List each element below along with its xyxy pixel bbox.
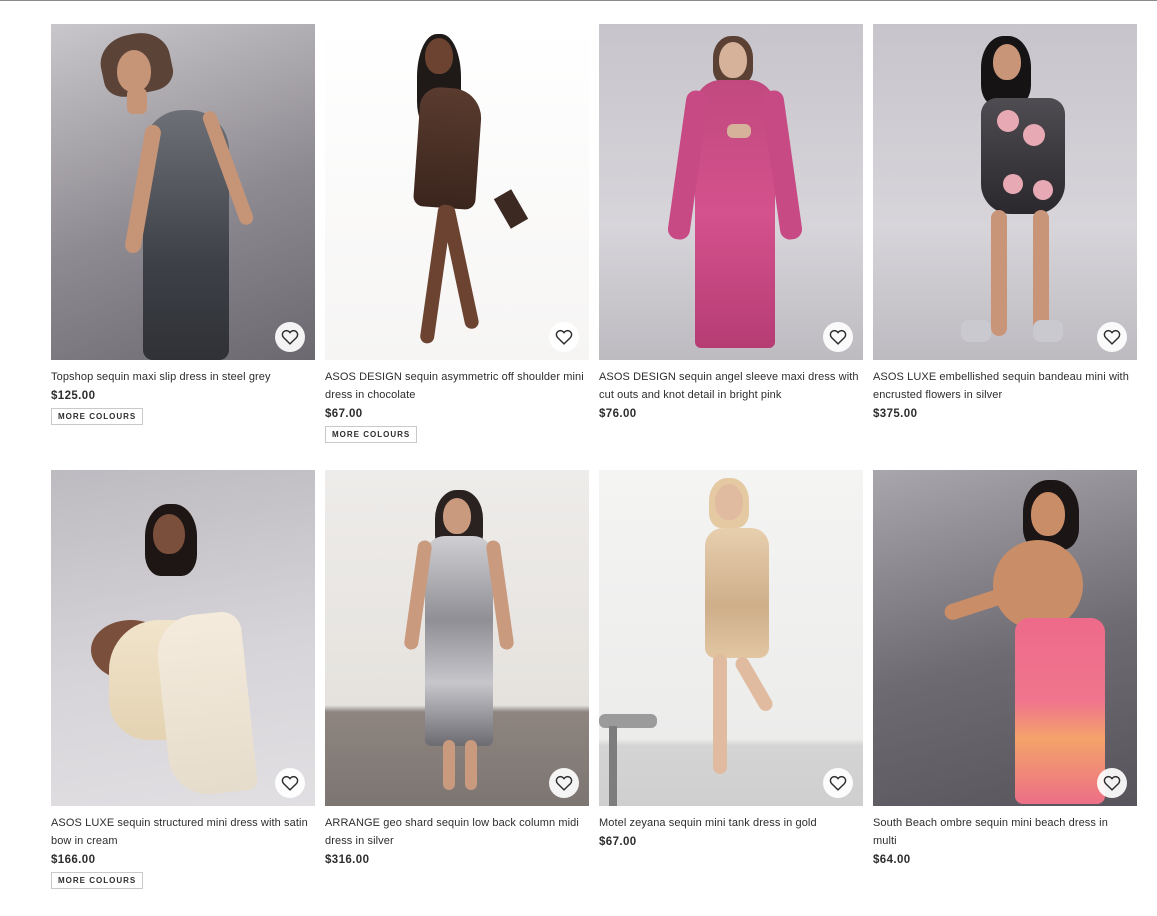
product-image[interactable]: [325, 470, 589, 806]
product-card[interactable]: ASOS LUXE sequin structured mini dress w…: [51, 470, 315, 916]
product-card[interactable]: ASOS DESIGN sequin asymmetric off should…: [325, 24, 589, 470]
product-card[interactable]: Topshop sequin maxi slip dress in steel …: [51, 24, 315, 470]
more-colours-button[interactable]: MORE COLOURS: [51, 408, 144, 425]
wishlist-button[interactable]: [549, 322, 579, 352]
product-title[interactable]: ARRANGE geo shard sequin low back column…: [325, 814, 589, 850]
product-price: $166.00: [51, 854, 96, 866]
wishlist-button[interactable]: [275, 768, 305, 798]
wishlist-button[interactable]: [1097, 768, 1127, 798]
more-colours-button[interactable]: MORE COLOURS: [325, 426, 418, 443]
product-price: $125.00: [51, 390, 96, 402]
wishlist-button[interactable]: [1097, 322, 1127, 352]
product-price: $64.00: [873, 854, 911, 866]
heart-icon: [829, 775, 847, 791]
product-card[interactable]: Motel zeyana sequin mini tank dress in g…: [599, 470, 863, 916]
product-card[interactable]: South Beach ombre sequin mini beach dres…: [873, 470, 1137, 916]
product-image[interactable]: [599, 24, 863, 360]
product-title[interactable]: South Beach ombre sequin mini beach dres…: [873, 814, 1137, 850]
more-colours-button[interactable]: MORE COLOURS: [51, 872, 144, 889]
product-image[interactable]: [51, 470, 315, 806]
product-image[interactable]: [599, 470, 863, 806]
heart-icon: [281, 329, 299, 345]
heart-icon: [281, 775, 299, 791]
product-price: $375.00: [873, 408, 918, 420]
heart-icon: [1103, 775, 1121, 791]
product-title[interactable]: ASOS LUXE embellished sequin bandeau min…: [873, 368, 1137, 404]
product-image[interactable]: [873, 470, 1137, 806]
product-title[interactable]: Motel zeyana sequin mini tank dress in g…: [599, 814, 863, 832]
product-image[interactable]: [325, 24, 589, 360]
product-card[interactable]: ARRANGE geo shard sequin low back column…: [325, 470, 589, 916]
product-title[interactable]: ASOS DESIGN sequin angel sleeve maxi dre…: [599, 368, 863, 404]
product-price: $67.00: [599, 836, 637, 848]
wishlist-button[interactable]: [275, 322, 305, 352]
heart-icon: [555, 329, 573, 345]
product-price: $316.00: [325, 854, 370, 866]
product-image[interactable]: [51, 24, 315, 360]
wishlist-button[interactable]: [823, 768, 853, 798]
product-title[interactable]: ASOS DESIGN sequin asymmetric off should…: [325, 368, 589, 404]
product-grid: Topshop sequin maxi slip dress in steel …: [51, 24, 1137, 916]
wishlist-button[interactable]: [823, 322, 853, 352]
top-divider: [0, 0, 1157, 1]
wishlist-button[interactable]: [549, 768, 579, 798]
heart-icon: [555, 775, 573, 791]
product-title[interactable]: ASOS LUXE sequin structured mini dress w…: [51, 814, 315, 850]
product-title[interactable]: Topshop sequin maxi slip dress in steel …: [51, 368, 315, 386]
heart-icon: [1103, 329, 1121, 345]
product-price: $67.00: [325, 408, 363, 420]
product-image[interactable]: [873, 24, 1137, 360]
heart-icon: [829, 329, 847, 345]
product-card[interactable]: ASOS LUXE embellished sequin bandeau min…: [873, 24, 1137, 470]
product-price: $76.00: [599, 408, 637, 420]
product-card[interactable]: ASOS DESIGN sequin angel sleeve maxi dre…: [599, 24, 863, 470]
